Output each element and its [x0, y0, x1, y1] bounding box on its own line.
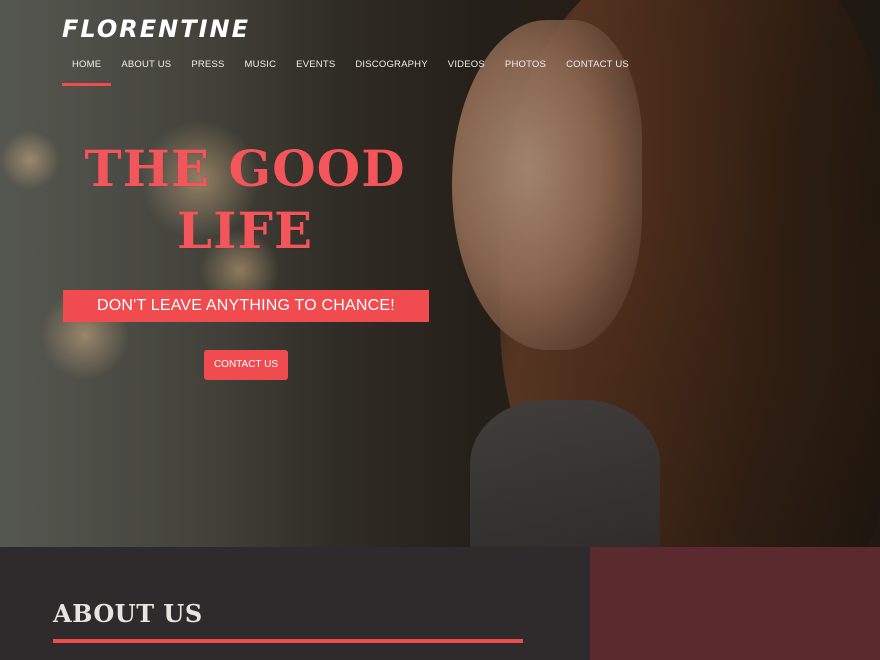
- contact-us-button[interactable]: CONTACT US: [204, 350, 288, 380]
- nav-item-press[interactable]: PRESS: [181, 52, 234, 86]
- site-logo[interactable]: FLORENTINE: [62, 14, 250, 44]
- about-side-panel: [590, 547, 880, 660]
- hero-tagline: DON'T LEAVE ANYTHING TO CHANCE!: [63, 290, 429, 322]
- about-title: ABOUT US: [53, 599, 203, 628]
- nav-item-photos[interactable]: PHOTOS: [495, 52, 556, 86]
- nav-item-music[interactable]: MUSIC: [235, 52, 287, 86]
- nav-item-home[interactable]: HOME: [62, 52, 112, 86]
- nav-item-discography[interactable]: DISCOGRAPHY: [345, 52, 437, 86]
- page: FLORENTINE HOME ABOUT US PRESS MUSIC EVE…: [0, 0, 880, 660]
- nav-item-contact-us[interactable]: CONTACT US: [556, 52, 639, 86]
- hero-headline: THE GOOD LIFE: [62, 138, 428, 262]
- hero-section: FLORENTINE HOME ABOUT US PRESS MUSIC EVE…: [0, 0, 880, 547]
- hero-headline-line1: THE GOOD: [84, 139, 406, 198]
- nav-item-about-us[interactable]: ABOUT US: [111, 52, 181, 86]
- nav-item-videos[interactable]: VIDEOS: [438, 52, 495, 86]
- hero-headline-line2: LIFE: [176, 201, 314, 260]
- main-nav: HOME ABOUT US PRESS MUSIC EVENTS DISCOGR…: [62, 52, 639, 86]
- about-section: ABOUT US: [0, 547, 590, 660]
- nav-item-events[interactable]: EVENTS: [286, 52, 345, 86]
- about-divider: [53, 639, 523, 643]
